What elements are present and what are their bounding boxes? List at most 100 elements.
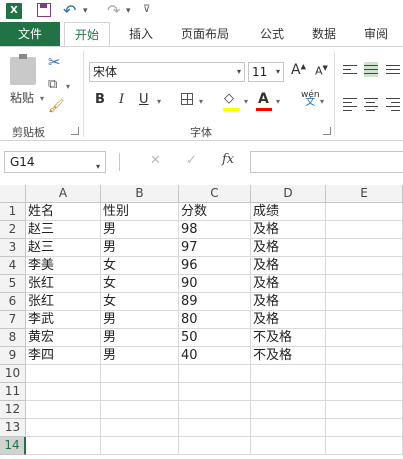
table-cell[interactable]	[326, 293, 403, 311]
table-cell[interactable]	[326, 329, 403, 347]
fill-color-icon[interactable]: ◇	[224, 91, 234, 106]
tab-formulas[interactable]: 公式	[252, 22, 292, 46]
table-cell[interactable]	[101, 419, 179, 437]
table-cell[interactable]: 李美	[26, 257, 101, 275]
table-cell[interactable]: 及格	[251, 311, 326, 329]
column-header[interactable]: C	[179, 185, 251, 203]
table-cell[interactable]: 男	[101, 239, 179, 257]
table-cell[interactable]: 女	[101, 257, 179, 275]
italic-button[interactable]: I	[119, 92, 124, 107]
redo-dropdown-icon[interactable]: ▾	[126, 6, 131, 16]
phonetic-guide-button[interactable]: wén 文	[301, 91, 320, 108]
paste-icon[interactable]	[10, 54, 36, 85]
table-cell[interactable]	[101, 437, 179, 455]
align-left-icon[interactable]	[343, 95, 357, 114]
table-cell[interactable]: 及格	[251, 221, 326, 239]
clipboard-launcher-icon[interactable]	[71, 127, 79, 135]
row-header[interactable]: 13	[0, 419, 26, 437]
underline-button[interactable]: U	[139, 92, 149, 107]
table-cell[interactable]: 女	[101, 275, 179, 293]
cut-icon[interactable]: ✂	[48, 53, 61, 71]
table-cell[interactable]: 性别	[101, 203, 179, 221]
table-cell[interactable]: 男	[101, 329, 179, 347]
table-cell[interactable]	[326, 257, 403, 275]
paste-dropdown-icon[interactable]: ▾	[40, 94, 44, 103]
table-cell[interactable]	[251, 365, 326, 383]
phonetic-dropdown-icon[interactable]: ▾	[320, 97, 324, 106]
fill-color-dropdown-icon[interactable]: ▾	[244, 97, 248, 106]
table-cell[interactable]: 赵三	[26, 239, 101, 257]
table-cell[interactable]	[326, 275, 403, 293]
table-cell[interactable]	[251, 401, 326, 419]
table-cell[interactable]	[326, 239, 403, 257]
undo-dropdown-icon[interactable]: ▾	[83, 6, 88, 16]
tab-page-layout[interactable]: 页面布局	[172, 22, 238, 46]
row-header[interactable]: 5	[0, 275, 26, 293]
table-cell[interactable]: 不及格	[251, 347, 326, 365]
table-cell[interactable]: 分数	[179, 203, 251, 221]
table-cell[interactable]	[179, 419, 251, 437]
table-cell[interactable]	[251, 383, 326, 401]
table-cell[interactable]: 80	[179, 311, 251, 329]
table-cell[interactable]	[326, 383, 403, 401]
select-all-corner[interactable]	[0, 185, 26, 203]
row-header[interactable]: 12	[0, 401, 26, 419]
table-cell[interactable]	[326, 401, 403, 419]
row-header[interactable]: 9	[0, 347, 26, 365]
table-cell[interactable]: 50	[179, 329, 251, 347]
bold-button[interactable]: B	[95, 92, 105, 107]
table-cell[interactable]	[101, 383, 179, 401]
insert-function-button[interactable]: fx	[222, 152, 234, 167]
customize-qat-icon[interactable]: ⊽	[143, 4, 150, 15]
table-cell[interactable]: 及格	[251, 293, 326, 311]
table-cell[interactable]: 男	[101, 221, 179, 239]
table-cell[interactable]: 及格	[251, 239, 326, 257]
copy-icon[interactable]: ⧉	[48, 77, 57, 92]
table-cell[interactable]	[326, 347, 403, 365]
tab-review[interactable]: 审阅	[356, 22, 396, 46]
tab-data[interactable]: 数据	[304, 22, 344, 46]
table-cell[interactable]: 李武	[26, 311, 101, 329]
save-icon[interactable]	[37, 3, 51, 17]
format-painter-icon[interactable]: 🖌	[48, 99, 65, 114]
table-cell[interactable]	[326, 419, 403, 437]
table-cell[interactable]	[26, 437, 101, 455]
column-header[interactable]: E	[326, 185, 403, 203]
column-header[interactable]: D	[251, 185, 326, 203]
font-name-select[interactable]: 宋体 ▾	[89, 62, 245, 82]
redo-icon[interactable]: ↷	[107, 1, 120, 20]
table-cell[interactable]	[101, 401, 179, 419]
row-header[interactable]: 1	[0, 203, 26, 221]
column-header[interactable]: B	[101, 185, 179, 203]
table-cell[interactable]: 96	[179, 257, 251, 275]
row-header[interactable]: 2	[0, 221, 26, 239]
font-color-dropdown-icon[interactable]: ▾	[276, 97, 280, 106]
table-cell[interactable]: 97	[179, 239, 251, 257]
align-center-icon[interactable]	[364, 95, 378, 114]
table-cell[interactable]: 李四	[26, 347, 101, 365]
undo-icon[interactable]: ↶	[63, 1, 76, 20]
row-header[interactable]: 6	[0, 293, 26, 311]
table-cell[interactable]: 成绩	[251, 203, 326, 221]
table-cell[interactable]	[326, 311, 403, 329]
table-cell[interactable]: 赵三	[26, 221, 101, 239]
table-cell[interactable]: 张红	[26, 275, 101, 293]
table-cell[interactable]	[26, 383, 101, 401]
table-cell[interactable]	[179, 383, 251, 401]
table-cell[interactable]	[326, 437, 403, 455]
name-box[interactable]: G14 ▾	[4, 151, 106, 173]
table-cell[interactable]: 90	[179, 275, 251, 293]
borders-icon[interactable]	[181, 93, 193, 105]
table-cell[interactable]: 40	[179, 347, 251, 365]
grow-font-button[interactable]: A▲	[291, 62, 306, 78]
table-cell[interactable]	[101, 365, 179, 383]
borders-dropdown-icon[interactable]: ▾	[199, 97, 203, 106]
row-header[interactable]: 7	[0, 311, 26, 329]
font-launcher-icon[interactable]	[323, 127, 331, 135]
table-cell[interactable]: 及格	[251, 275, 326, 293]
enter-icon[interactable]: ✓	[186, 153, 197, 168]
table-cell[interactable]: 男	[101, 311, 179, 329]
table-cell[interactable]: 及格	[251, 257, 326, 275]
tab-insert[interactable]: 插入	[121, 22, 161, 46]
table-cell[interactable]: 89	[179, 293, 251, 311]
